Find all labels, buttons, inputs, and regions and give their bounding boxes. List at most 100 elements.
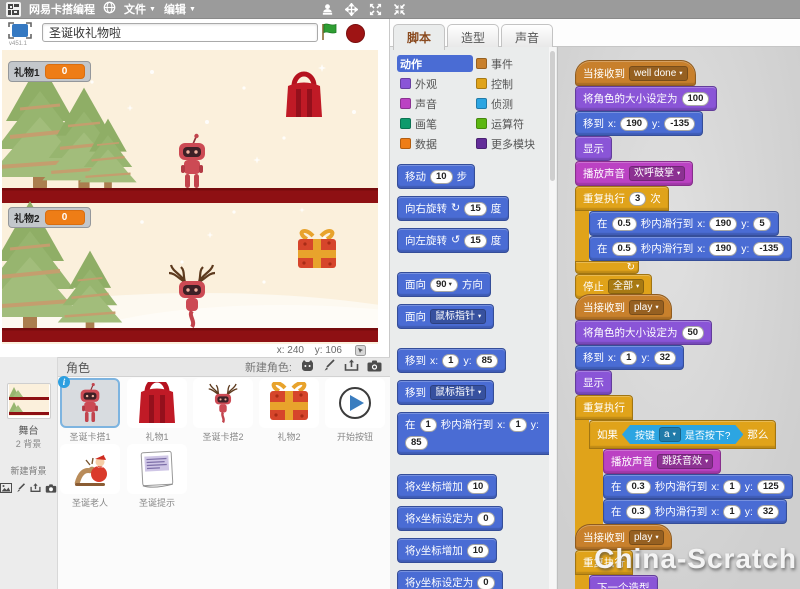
sprite-card[interactable]: 圣诞老人	[59, 444, 121, 509]
script-stack[interactable]: 当接收到play▾重复执行下一个造型等待0.1秒↻	[575, 524, 672, 589]
block-number-input[interactable]: 1	[723, 480, 740, 494]
block-dropdown[interactable]: play▾	[629, 300, 664, 315]
block-dropdown[interactable]: 全部▾	[608, 279, 644, 294]
script-block[interactable]: 下一个造型	[589, 575, 658, 589]
variable-monitor[interactable]: 礼物1 0	[8, 61, 91, 82]
block-dropdown[interactable]: well done▾	[629, 66, 688, 81]
palette-block[interactable]: 将y坐标设定为0	[397, 570, 503, 589]
block-number-input[interactable]: -135	[753, 242, 784, 256]
tab-scripts[interactable]: 脚本	[393, 24, 445, 50]
block-number-input[interactable]: 1	[442, 354, 459, 368]
c-block[interactable]: 重复执行3次在0.5秒内滑行到x:190y:5在0.5秒内滑行到x:190y:-…	[575, 186, 792, 274]
block-number-input[interactable]: 100	[682, 92, 710, 106]
script-block[interactable]: 在0.3秒内滑行到x:1y:125	[603, 474, 793, 499]
palette-block[interactable]: 将x坐标设定为0	[397, 506, 503, 531]
block-number-input[interactable]: 3	[629, 192, 646, 206]
sprite-card[interactable]: 开始按钮	[324, 378, 386, 443]
green-flag-button[interactable]	[320, 22, 340, 47]
block-number-input[interactable]: 0	[477, 512, 494, 526]
block-dropdown[interactable]: 跳跃音效▾	[657, 454, 713, 469]
block-number-input[interactable]: 10	[467, 544, 490, 558]
block-number-input[interactable]: 10	[467, 480, 490, 494]
block-dropdown[interactable]: 鼠标指针▾	[430, 385, 486, 400]
script-block[interactable]: 移到x:190y:-135	[575, 111, 703, 136]
block-number-input[interactable]: 50	[682, 326, 705, 340]
upload-icon[interactable]	[344, 359, 359, 375]
block-number-input[interactable]: 15	[464, 202, 487, 216]
block-dropdown[interactable]: play▾	[629, 530, 664, 545]
palette-block[interactable]: 面向鼠标指针▾	[397, 304, 494, 329]
c-block[interactable]: 重复执行下一个造型等待0.1秒↻	[575, 550, 670, 589]
palette-block[interactable]: 面向90▾方向	[397, 272, 491, 297]
script-stack[interactable]: 当接收到well done▾将角色的大小设定为100移到x:190y:-135显…	[575, 60, 792, 299]
block-number-input[interactable]: 0	[477, 576, 494, 589]
image-icon[interactable]	[0, 480, 12, 498]
block-number-input[interactable]: 190	[709, 217, 737, 231]
category-sensing[interactable]: 侦测	[473, 95, 557, 112]
app-logo-icon[interactable]	[6, 2, 21, 17]
hat-block[interactable]: 当接收到play▾	[575, 524, 672, 550]
block-number-input[interactable]: 0.3	[626, 505, 651, 519]
stage-viewport[interactable]: 礼物1 0 礼物2 0	[2, 50, 378, 344]
zoom-expand-icon[interactable]	[369, 3, 382, 16]
tab-sounds[interactable]: 声音	[501, 24, 553, 49]
script-block[interactable]: 显示	[575, 370, 612, 395]
upload-icon[interactable]	[30, 480, 41, 498]
palette-block[interactable]: 向右旋转↻15度	[397, 196, 509, 221]
block-number-input[interactable]: 15	[464, 234, 487, 248]
script-block[interactable]: 在0.3秒内滑行到x:1y:32	[603, 499, 787, 524]
block-number-input[interactable]: 0.5	[612, 242, 637, 256]
block-number-input[interactable]: 5	[753, 217, 770, 231]
camera-icon[interactable]	[45, 480, 57, 498]
c-block[interactable]: 如果按键a▾是否按下?那么播放声音跳跃音效▾在0.3秒内滑行到x:1y:125在…	[589, 420, 793, 537]
block-number-input[interactable]: 190	[620, 117, 648, 131]
library-icon[interactable]	[300, 359, 315, 375]
hat-block[interactable]: 当接收到well done▾	[575, 60, 696, 86]
block-number-input[interactable]: 85	[405, 436, 428, 450]
globe-icon[interactable]	[103, 1, 116, 17]
sprite-card[interactable]: 礼物1	[126, 378, 188, 443]
block-dropdown[interactable]: 欢呼鼓掌▾	[629, 166, 685, 181]
script-block[interactable]: 移到x:1y:32	[575, 345, 684, 370]
palette-block[interactable]: 移到鼠标指针▾	[397, 380, 494, 405]
script-block[interactable]: 播放声音欢呼鼓掌▾	[575, 161, 693, 186]
category-operators[interactable]: 运算符	[473, 115, 557, 132]
grow-sprite-icon[interactable]	[345, 3, 358, 16]
condition-block[interactable]: 按键a▾是否按下?	[622, 425, 743, 444]
block-number-input[interactable]: 1	[509, 418, 526, 432]
category-looks[interactable]: 外观	[397, 75, 473, 92]
script-block[interactable]: 将角色的大小设定为100	[575, 86, 717, 111]
camera-icon[interactable]	[367, 360, 382, 375]
sprite-card[interactable]: 礼物2	[258, 378, 320, 443]
category-sound[interactable]: 声音	[397, 95, 473, 112]
paintbrush-icon[interactable]	[323, 359, 336, 375]
sprite-card-selected[interactable]: i 圣诞卡搭1	[59, 378, 121, 443]
block-number-input[interactable]: 0.5	[612, 217, 637, 231]
category-pen[interactable]: 画笔	[397, 115, 473, 132]
script-block[interactable]: 在0.5秒内滑行到x:190y:-135	[589, 236, 792, 261]
block-number-input[interactable]: 32	[654, 351, 677, 365]
category-data[interactable]: 数据	[397, 135, 473, 152]
script-stack[interactable]: 当接收到play▾将角色的大小设定为50移到x:1y:32显示重复执行如果按键a…	[575, 294, 793, 550]
block-number-input[interactable]: 1	[723, 505, 740, 519]
block-number-input[interactable]: 0.3	[626, 480, 651, 494]
block-dropdown[interactable]: 鼠标指针▾	[430, 309, 486, 324]
category-control[interactable]: 控制	[473, 75, 557, 92]
stage-thumbnail[interactable]	[7, 383, 51, 419]
block-number-input[interactable]: 1	[420, 418, 437, 432]
zoom-shrink-icon[interactable]	[393, 3, 406, 16]
category-events[interactable]: 事件	[473, 55, 557, 72]
block-number-input[interactable]: 190	[709, 242, 737, 256]
tab-costumes[interactable]: 造型	[447, 24, 499, 49]
sprite-card[interactable]: 圣诞卡搭2	[192, 378, 254, 443]
category-motion[interactable]: 动作	[397, 55, 473, 72]
palette-scrollbar[interactable]	[549, 47, 556, 589]
menu-file[interactable]: 文件▼	[124, 1, 156, 17]
duplicate-stamp-icon[interactable]	[321, 3, 334, 16]
palette-block[interactable]: 在1秒内滑行到x:1y:85	[397, 412, 555, 455]
palette-block[interactable]: 将y坐标增加10	[397, 538, 497, 563]
block-number-input[interactable]: 1	[620, 351, 637, 365]
palette-block[interactable]: 移动10步	[397, 164, 475, 189]
palette-block[interactable]: 向左旋转↺15度	[397, 228, 509, 253]
script-block[interactable]: 显示	[575, 136, 612, 161]
